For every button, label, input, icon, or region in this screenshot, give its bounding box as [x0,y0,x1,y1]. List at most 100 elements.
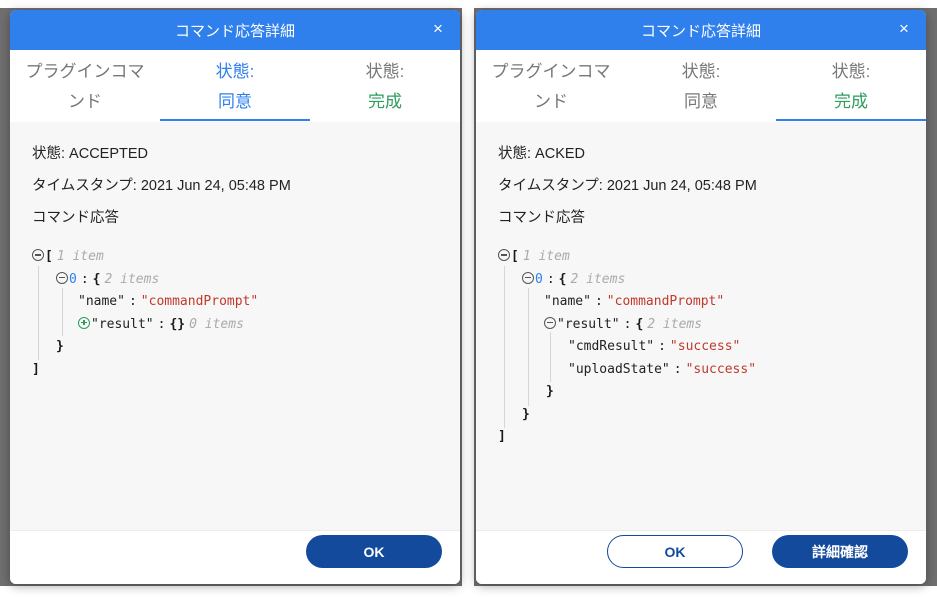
close-icon[interactable]: × [894,19,914,39]
json-bracket: [ [511,249,519,264]
tab-label: 状態: [681,62,721,81]
json-close-row: } [498,404,904,427]
json-brace: } [546,384,554,399]
dialog-header: コマンド応答詳細 × [476,10,926,50]
background-page-strip [462,0,474,597]
tab-status-accepted[interactable]: 状態: 同意 [626,50,776,122]
tab-plugin-command[interactable]: プラグインコマ ンド [476,50,626,122]
ok-button[interactable]: OK [306,535,442,568]
tab-label: ンド [68,92,102,111]
status-text: 状態: ACKED [498,146,586,162]
json-property-row: "result":{2 items [498,314,904,337]
timestamp-text: タイムスタンプ: 2021 Jun 24, 05:48 PM [498,178,757,194]
json-viewer: [1 item 0:{2 items "name": "commandPrompt… [32,246,438,381]
dialog-header: コマンド応答詳細 × [10,10,460,50]
expand-icon[interactable] [78,316,90,329]
timestamp-text: タイムスタンプ: 2021 Jun 24, 05:48 PM [32,178,291,194]
tab-label: 状態: [831,62,871,81]
json-array-row: [1 item [498,246,904,269]
json-object-row: 0:{2 items [498,269,904,292]
json-item-count: 2 items [570,271,626,287]
json-bracket: ] [498,429,506,444]
tab-status-accepted[interactable]: 状態: 同意 [160,50,310,122]
dialog-footer: OK 詳細確認 [476,530,926,584]
json-brace: { [558,271,567,287]
json-brace: } [56,339,64,354]
command-response-label: コマンド応答 [32,210,119,226]
tab-label: 状態: [215,62,255,81]
json-index: 0 [535,271,543,287]
json-property-row: "uploadState": "success" [498,359,904,382]
collapse-icon[interactable] [498,249,510,261]
tab-label: ンド [534,92,568,111]
status-tabs: プラグインコマ ンド 状態: 同意 状態: 完成 [10,50,460,122]
dialog-footer: OK [10,530,460,584]
close-icon[interactable]: × [428,19,448,39]
tab-plugin-command[interactable]: プラグインコマ ンド [10,50,160,122]
json-property-row: "name": "commandPrompt" [32,291,438,314]
json-string-value: "success" [685,361,757,377]
collapse-icon[interactable] [544,316,556,329]
tab-label: 状態: [365,62,405,81]
json-key: "result" [91,316,154,332]
json-colon: : [128,294,137,309]
collapse-icon[interactable] [522,271,534,284]
dialog-body: 状態: ACCEPTED タイムスタンプ: 2021 Jun 24, 05:48… [10,122,460,530]
json-brace: { [92,271,101,287]
tab-label: 同意 [684,92,718,111]
command-response-dialog: コマンド応答詳細 × プラグインコマ ンド 状態: 同意 状態: 完成 状態: … [476,10,926,584]
json-close-row: ] [498,426,904,449]
status-text: 状態: ACCEPTED [32,146,149,162]
background-page-strip [0,586,937,597]
json-object-row: 0:{2 items [32,269,438,292]
json-brace: } [522,406,530,422]
ok-button[interactable]: OK [607,535,743,568]
json-close-row: } [498,381,904,404]
collapse-icon[interactable] [32,249,44,261]
json-key: "result" [557,316,620,332]
json-brace: { [635,316,644,332]
json-key: "name" [544,294,591,309]
json-array-row: [1 item [32,246,438,269]
json-property-row: "result":{} 0 items [32,314,438,337]
command-response-dialog: コマンド応答詳細 × プラグインコマ ンド 状態: 同意 状態: 完成 状態: … [10,10,460,584]
collapse-icon[interactable] [56,271,68,284]
json-item-count: 1 item [56,249,104,264]
json-colon: : [658,339,666,354]
status-tabs: プラグインコマ ンド 状態: 同意 状態: 完成 [476,50,926,122]
json-colon: : [594,294,603,309]
json-item-count: 2 items [647,316,703,332]
json-empty-object: {} [169,316,186,332]
json-item-count: 0 items [189,316,244,332]
json-bracket: ] [32,361,40,377]
json-key: "cmdResult" [568,339,655,354]
json-string-value: "commandPrompt" [606,294,725,309]
json-item-count: 2 items [104,271,160,287]
tab-status-completed[interactable]: 状態: 完成 [776,50,926,122]
json-property-row: "cmdResult": "success" [498,336,904,359]
tab-label: 完成 [368,92,402,111]
dialog-title: コマンド応答詳細 [640,22,761,40]
json-property-row: "name": "commandPrompt" [498,291,904,314]
details-confirm-button[interactable]: 詳細確認 [772,535,908,568]
json-index: 0 [69,271,77,287]
json-key: "name" [78,294,125,309]
json-colon: : [80,271,89,287]
json-close-row: ] [32,359,438,382]
json-colon: : [673,361,682,377]
json-bracket: [ [45,249,53,264]
json-close-row: } [32,336,438,359]
tab-label: プラグインコマ [491,62,611,81]
json-colon: : [623,316,632,332]
dialog-title: コマンド応答詳細 [174,22,295,40]
json-viewer: [1 item 0:{2 items "name": "commandPrompt… [498,246,904,449]
json-item-count: 1 item [522,249,570,264]
json-string-value: "success" [669,339,741,354]
command-response-label: コマンド応答 [498,210,585,226]
dialog-body: 状態: ACKED タイムスタンプ: 2021 Jun 24, 05:48 PM… [476,122,926,530]
json-colon: : [546,271,555,287]
tab-label: 同意 [218,92,252,111]
tab-status-completed[interactable]: 状態: 完成 [310,50,460,122]
json-key: "uploadState" [568,361,670,377]
tab-label: 完成 [834,92,868,111]
